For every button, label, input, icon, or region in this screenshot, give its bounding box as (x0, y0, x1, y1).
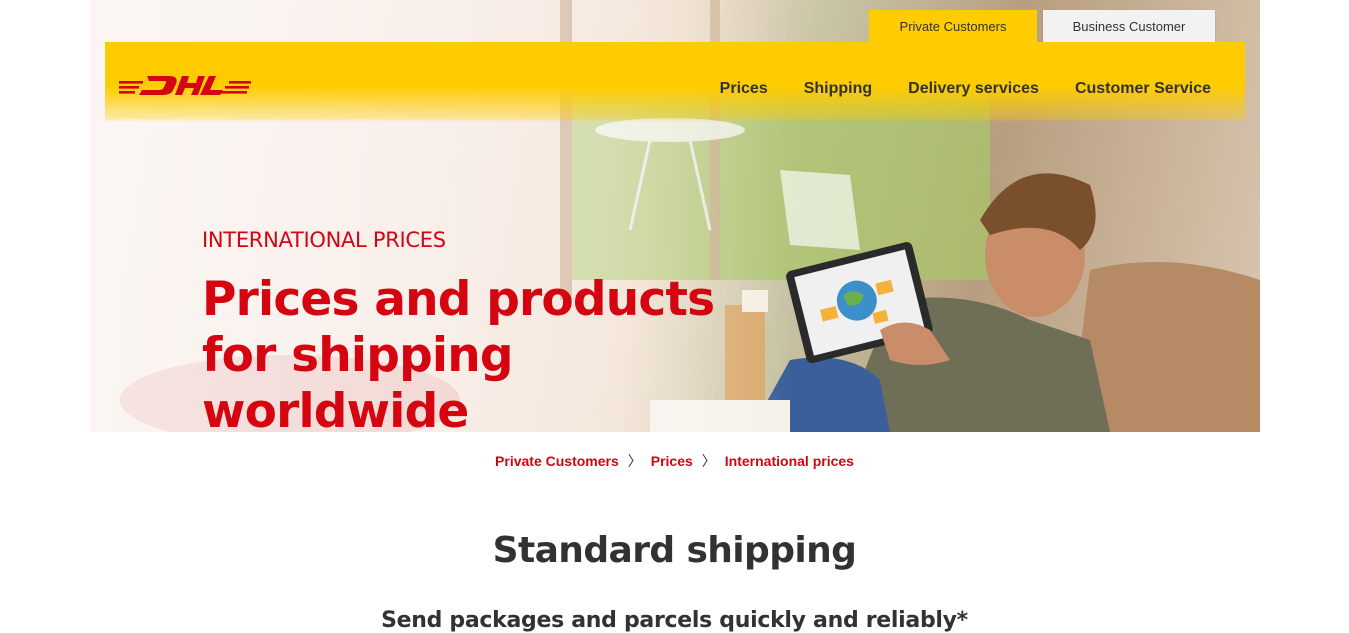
nav-delivery-services[interactable]: Delivery services (908, 80, 1039, 98)
breadcrumb: Private Customers 〉 Prices 〉 Internation… (0, 451, 1349, 471)
nav-prices[interactable]: Prices (720, 80, 768, 98)
nav-shipping[interactable]: Shipping (804, 80, 872, 98)
section-title: Standard shipping (492, 530, 857, 571)
nav-customer-service[interactable]: Customer Service (1075, 80, 1211, 98)
breadcrumb-separator-icon: 〉 (627, 453, 642, 469)
breadcrumb-prices[interactable]: Prices (651, 453, 693, 469)
hero-headline: Prices and products for shipping worldwi… (202, 272, 715, 439)
section-subtitle: Send packages and parcels quickly and re… (381, 608, 968, 633)
breadcrumb-private-customers[interactable]: Private Customers (495, 453, 619, 469)
dhl-logo[interactable] (119, 72, 251, 98)
customer-type-tabs: Private Customers Business Customer (869, 10, 1215, 42)
breadcrumb-separator-icon: 〉 (701, 453, 716, 469)
hero-eyebrow: INTERNATIONAL PRICES (202, 228, 446, 252)
breadcrumb-international-prices[interactable]: International prices (725, 453, 854, 469)
primary-nav: Prices Shipping Delivery services Custom… (720, 80, 1211, 98)
tab-private-customers[interactable]: Private Customers (869, 10, 1037, 42)
tab-business-customer[interactable]: Business Customer (1043, 10, 1215, 42)
main-navbar: Prices Shipping Delivery services Custom… (105, 42, 1245, 122)
